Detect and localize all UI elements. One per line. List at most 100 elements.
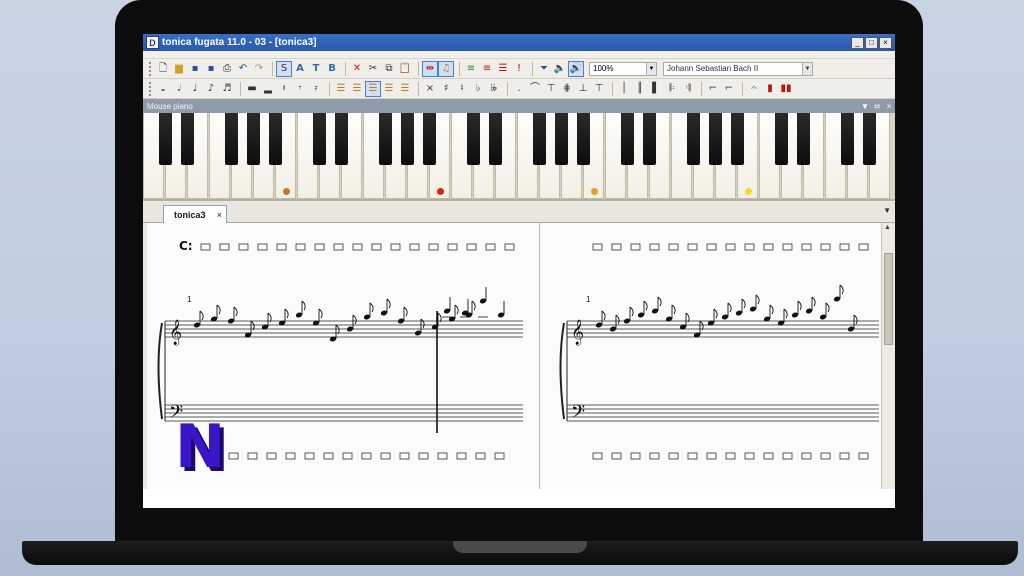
filter-icon[interactable]: ⏷ [537, 62, 551, 76]
chevron-down-icon[interactable]: ▼ [859, 102, 871, 111]
piano-black-key[interactable] [225, 113, 238, 165]
bold-icon[interactable]: B [325, 62, 339, 76]
piano-black-key[interactable] [643, 113, 656, 165]
repeat-start-icon[interactable]: 𝄆 [665, 82, 679, 96]
piano-black-key[interactable] [269, 113, 282, 165]
tab-list-arrow-icon[interactable]: ▼ [883, 206, 891, 215]
tuplet-icon[interactable]: ⊤ [544, 82, 558, 96]
close-button[interactable]: × [879, 36, 892, 49]
piano-black-key[interactable] [335, 113, 348, 165]
piano-black-key[interactable] [731, 113, 744, 165]
piano-black-key[interactable] [533, 113, 546, 165]
score-view-icon[interactable]: ♫ [438, 60, 454, 77]
volta-1-icon[interactable]: ⌐ [706, 82, 720, 96]
speaker-icon[interactable]: 🔊 [568, 60, 584, 77]
piano-black-key[interactable] [775, 113, 788, 165]
final-barline-icon[interactable]: ▌ [649, 82, 663, 96]
staff-red-icon[interactable]: ≡ [480, 62, 494, 76]
sound-icon[interactable]: 🔈 [553, 62, 567, 76]
toolbar-grip[interactable] [149, 81, 152, 96]
sixteenth-rest-icon[interactable]: 𝄿 [309, 82, 323, 96]
layout-3-icon[interactable]: ☰ [365, 80, 381, 97]
piano-black-key[interactable] [159, 113, 172, 165]
piano-black-key[interactable] [379, 113, 392, 165]
fermata-icon[interactable]: 𝄐 [747, 82, 761, 96]
piano-black-key[interactable] [467, 113, 480, 165]
eighth-note-icon[interactable]: ♪ [204, 82, 218, 96]
select-text-icon[interactable]: S [276, 60, 292, 77]
mouse-piano[interactable] [143, 113, 895, 201]
piano-black-key[interactable] [313, 113, 326, 165]
whole-note-icon[interactable]: 𝅝 [156, 82, 170, 96]
dot-icon[interactable]: . [512, 82, 526, 96]
restore-button[interactable]: □ [865, 36, 878, 49]
piano-black-key[interactable] [555, 113, 568, 165]
redo-icon[interactable]: ↷ [252, 62, 266, 76]
tie-icon[interactable]: ⌒ [528, 82, 542, 96]
arpeggio-icon[interactable]: ⊤ [592, 82, 606, 96]
piano-black-key[interactable] [797, 113, 810, 165]
grace-icon[interactable]: ⊥ [576, 82, 590, 96]
double-barline-icon[interactable]: ║ [633, 82, 647, 96]
font-select[interactable]: Johann Sebastian Bach II ▼ [663, 61, 813, 76]
quarter-rest-icon[interactable]: 𝄽 [277, 82, 291, 96]
flat-icon[interactable]: ♭ [471, 82, 485, 96]
whole-rest-icon[interactable]: ▬ [245, 82, 259, 96]
staff-exclaim-icon[interactable]: ! [512, 62, 526, 76]
piano-black-key[interactable] [621, 113, 634, 165]
undo-icon[interactable]: ↶ [236, 62, 250, 76]
toolbar-grip[interactable] [149, 61, 152, 76]
piano-black-key[interactable] [687, 113, 700, 165]
scroll-thumb[interactable] [884, 253, 893, 345]
natural-icon[interactable]: ♮ [455, 82, 469, 96]
cut-icon[interactable]: ✂ [366, 62, 380, 76]
layout-1-icon[interactable]: ☰ [334, 82, 348, 96]
accent-red-icon[interactable]: ▮ [763, 82, 777, 96]
barline-icon[interactable]: │ [617, 82, 631, 96]
piano-black-key[interactable] [489, 113, 502, 165]
piano-black-key[interactable] [863, 113, 876, 165]
natural-x-icon[interactable]: × [423, 82, 437, 96]
pin-icon[interactable]: ㅂ [871, 101, 883, 112]
marker-red-icon[interactable]: ▮▮ [779, 82, 793, 96]
open-folder-icon[interactable]: ▆ [172, 62, 186, 76]
delete-icon[interactable]: ✕ [350, 62, 364, 76]
score-view[interactable]: C: 1 1 𝄞 𝄢 𝄞 𝄢 N N ▲ [143, 223, 895, 489]
sixteenth-note-icon[interactable]: ♬ [220, 82, 234, 96]
beam-icon[interactable]: ⋕ [560, 82, 574, 96]
print-icon[interactable]: ⎙ [220, 62, 234, 76]
eighth-rest-icon[interactable]: 𝄾 [293, 82, 307, 96]
save-all-icon[interactable]: ▪ [204, 62, 218, 76]
half-note-icon[interactable]: 𝅗𝅥 [172, 82, 186, 96]
zoom-select[interactable]: 100% ▼ [589, 61, 657, 76]
save-icon[interactable]: ▪ [188, 62, 202, 76]
sharp-icon[interactable]: ♯ [439, 82, 453, 96]
tab-tonica3[interactable]: tonica3 × [163, 205, 227, 223]
panel-close-icon[interactable]: × [883, 102, 895, 111]
insert-measure-icon[interactable]: ⇹ [422, 60, 438, 77]
tab-close-icon[interactable]: × [217, 210, 222, 220]
piano-black-key[interactable] [247, 113, 260, 165]
font-a-icon[interactable]: A [293, 62, 307, 76]
layout-2-icon[interactable]: ☰ [350, 82, 364, 96]
piano-black-key[interactable] [841, 113, 854, 165]
vertical-scrollbar[interactable]: ▲ [881, 223, 895, 489]
staff-mixed-icon[interactable]: ☰ [496, 62, 510, 76]
piano-black-key[interactable] [423, 113, 436, 165]
staff-lines-icon[interactable]: ≡ [464, 62, 478, 76]
copy-icon[interactable]: ⧉ [382, 62, 396, 76]
piano-black-key[interactable] [577, 113, 590, 165]
paste-icon[interactable]: 📋 [398, 62, 412, 76]
new-document-icon[interactable]: 🗋 [156, 62, 170, 76]
quarter-note-icon[interactable]: ♩ [188, 82, 202, 96]
scroll-up-icon[interactable]: ▲ [884, 224, 891, 231]
piano-black-key[interactable] [401, 113, 414, 165]
volta-2-icon[interactable]: ⌐ [722, 82, 736, 96]
chevron-down-icon[interactable]: ▼ [646, 62, 656, 75]
piano-black-key[interactable] [709, 113, 722, 165]
piano-black-key[interactable] [181, 113, 194, 165]
repeat-end-icon[interactable]: 𝄇 [681, 82, 695, 96]
minimize-button[interactable]: _ [851, 36, 864, 49]
chevron-down-icon[interactable]: ▼ [802, 62, 812, 75]
text-t-icon[interactable]: T [309, 62, 323, 76]
